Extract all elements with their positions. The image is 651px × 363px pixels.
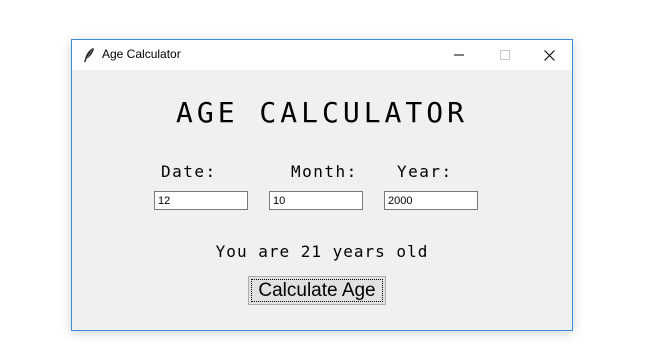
minimize-button[interactable]	[436, 40, 482, 70]
close-icon	[544, 50, 555, 61]
calculate-age-button-label: Calculate Age	[258, 280, 376, 301]
year-input[interactable]	[384, 191, 478, 210]
year-label: Year:	[397, 162, 453, 181]
age-result-text: You are 21 years old	[215, 242, 429, 261]
date-input[interactable]	[154, 191, 248, 210]
maximize-button[interactable]	[482, 40, 528, 70]
minimize-icon	[454, 54, 464, 56]
month-label: Month:	[291, 162, 358, 181]
page-title: AGE CALCULATOR	[175, 96, 468, 129]
feather-icon	[82, 47, 96, 63]
date-label: Date:	[161, 162, 217, 181]
maximize-icon	[500, 50, 510, 60]
close-button[interactable]	[526, 40, 572, 70]
app-window: Age Calculator AGE CALCULATOR Date: Mont…	[71, 39, 573, 331]
title-bar[interactable]: Age Calculator	[72, 40, 572, 70]
month-input[interactable]	[269, 191, 363, 210]
window-title: Age Calculator	[102, 47, 181, 61]
calculate-age-button[interactable]: Calculate Age	[248, 276, 386, 305]
